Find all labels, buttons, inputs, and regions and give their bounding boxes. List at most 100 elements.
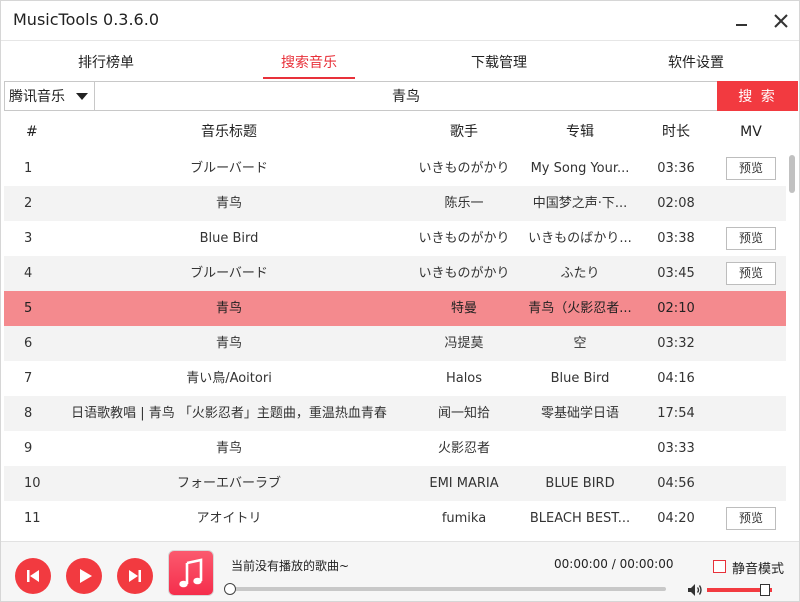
cell-num: 9 [24,441,33,456]
cell-duration: 03:38 [657,231,695,246]
cell-num: 4 [24,266,33,281]
cell-num: 1 [24,161,33,176]
cell-album: 零基础学日语 [540,406,619,421]
vertical-scrollbar[interactable] [786,151,798,536]
table-row[interactable]: 4 ブルーバード いきものがかり ふたり 03:45 预览 [4,256,786,291]
source-dropdown[interactable]: 腾讯音乐 [5,82,95,110]
cell-duration: 04:16 [657,371,695,386]
cell-duration: 03:45 [657,266,695,281]
tab-settings[interactable]: 软件设置 [636,45,756,81]
cell-num: 7 [24,371,33,386]
preview-mv-button[interactable]: 预览 [726,262,776,285]
cell-num: 3 [24,231,33,246]
close-icon [774,14,788,28]
cell-artist: いきものがかり [418,266,510,281]
progress-knob[interactable] [224,583,236,595]
cell-artist: EMI MARIA [429,476,499,491]
tab-label: 排行榜单 [78,55,134,71]
table-row[interactable]: 7 青い鳥/Aoitori Halos Blue Bird 04:16 [4,361,786,396]
cell-artist: fumika [441,511,487,526]
previous-button[interactable] [15,558,51,594]
playback-time: 00:00:00 / 00:00:00 [554,557,674,571]
table-row[interactable]: 3 Blue Bird いきものがかり いきものばかり... 03:38 预览 [4,221,786,256]
main-tabs: 排行榜单 搜索音乐 下载管理 软件设置 [1,45,799,81]
cell-mv [716,396,786,431]
cell-album: いきものばかり... [528,231,632,246]
table-row[interactable]: 5 青鸟 特曼 青鸟（火影忍者... 02:10 [4,291,786,326]
scrollbar-thumb[interactable] [789,155,795,193]
cell-duration: 02:08 [657,196,695,211]
cell-title: 青鸟 [215,441,242,456]
cell-duration: 02:10 [657,301,695,316]
cell-album: 中国梦之声·下... [532,196,628,211]
search-bar: 腾讯音乐 搜 索 [4,81,798,111]
close-button[interactable] [769,9,793,33]
preview-mv-button[interactable]: 预览 [726,157,776,180]
cell-title: アオイトリ [196,511,262,526]
cell-mv [716,186,786,221]
search-input[interactable] [95,82,717,110]
cell-mv: 预览 [716,151,786,186]
cell-num: 10 [24,476,41,491]
header-mv: MV [740,124,762,140]
minimize-button[interactable] [729,9,753,33]
tab-label: 下载管理 [471,55,527,71]
play-button[interactable] [66,558,102,594]
cell-num: 11 [24,511,41,526]
table-row[interactable]: 2 青鸟 陈乐一 中国梦之声·下... 02:08 [4,186,786,221]
table-row[interactable]: 10 フォーエバーラブ EMI MARIA BLUE BIRD 04:56 [4,466,786,501]
cell-mv [716,466,786,501]
cell-artist: 火影忍者 [437,441,490,456]
cell-album: My Song Your... [530,161,630,176]
cell-title: Blue Bird [199,231,259,246]
play-icon [80,569,92,583]
title-bar: MusicTools 0.3.6.0 [1,1,799,41]
progress-slider[interactable] [224,583,666,595]
results-table-body: 1 ブルーバード いきものがかり My Song Your... 03:36 预览 2 青鸟陈… [4,151,786,536]
next-button[interactable] [117,558,153,594]
cell-num: 6 [24,336,33,351]
cell-album: 空 [573,336,587,351]
cell-duration: 17:54 [657,406,695,421]
cell-album [520,431,640,466]
chevron-down-icon [76,93,88,100]
header-artist: 歌手 [450,124,478,140]
cell-album: BLUE BIRD [545,476,615,491]
tab-search[interactable]: 搜索音乐 [249,45,369,81]
skip-next-icon [129,570,141,582]
cell-duration: 04:56 [657,476,695,491]
table-row[interactable]: 6 青鸟 冯提莫 空 03:32 [4,326,786,361]
cell-duration: 04:20 [657,511,695,526]
header-num: # [26,124,38,140]
results-table-header: # 音乐标题 歌手 专辑 时长 MV [4,115,786,149]
mute-label: 静音模式 [732,562,785,577]
tab-charts[interactable]: 排行榜单 [46,45,166,81]
source-selected-value: 腾讯音乐 [9,89,65,105]
search-button[interactable]: 搜 索 [717,81,798,111]
header-title: 音乐标题 [201,124,257,140]
cell-title: 青鸟 [215,301,242,316]
table-row[interactable]: 8 日语歌教唱 | 青鸟 「火影忍者」主题曲，重温热血青春 闻一知拾 零基础学日语 17… [4,396,786,431]
cell-album: 青鸟（火影忍者... [528,301,632,316]
preview-mv-button[interactable]: 预览 [726,507,776,530]
volume-knob[interactable] [760,584,770,596]
cell-mv: 预览 [716,256,786,291]
table-row[interactable]: 11 アオイトリ fumika BLEACH BEST... 04:20 预览 [4,501,786,536]
cell-artist: いきものがかり [418,161,510,176]
mute-checkbox[interactable] [713,560,726,573]
player-bar: 当前没有播放的歌曲~ 00:00:00 / 00:00:00 静音模式 [1,541,799,601]
preview-mv-button[interactable]: 预览 [726,227,776,250]
table-row[interactable]: 9 青鸟 火影忍者 03:33 [4,431,786,466]
cell-album: Blue Bird [550,371,610,386]
cell-mv [716,326,786,361]
cell-num: 8 [24,406,33,421]
cell-title: フォーエバーラブ [176,476,281,491]
active-tab-indicator [263,77,355,79]
cell-title: ブルーバード [190,266,268,281]
volume-icon[interactable] [687,582,703,598]
table-row[interactable]: 1 ブルーバード いきものがかり My Song Your... 03:36 预览 [4,151,786,186]
app-window: MusicTools 0.3.6.0 排行榜单 搜索音乐 下载管理 软件设置 腾… [0,0,800,602]
cell-artist: 冯提莫 [444,336,484,351]
header-duration: 时长 [662,124,690,140]
tab-downloads[interactable]: 下载管理 [439,45,559,81]
